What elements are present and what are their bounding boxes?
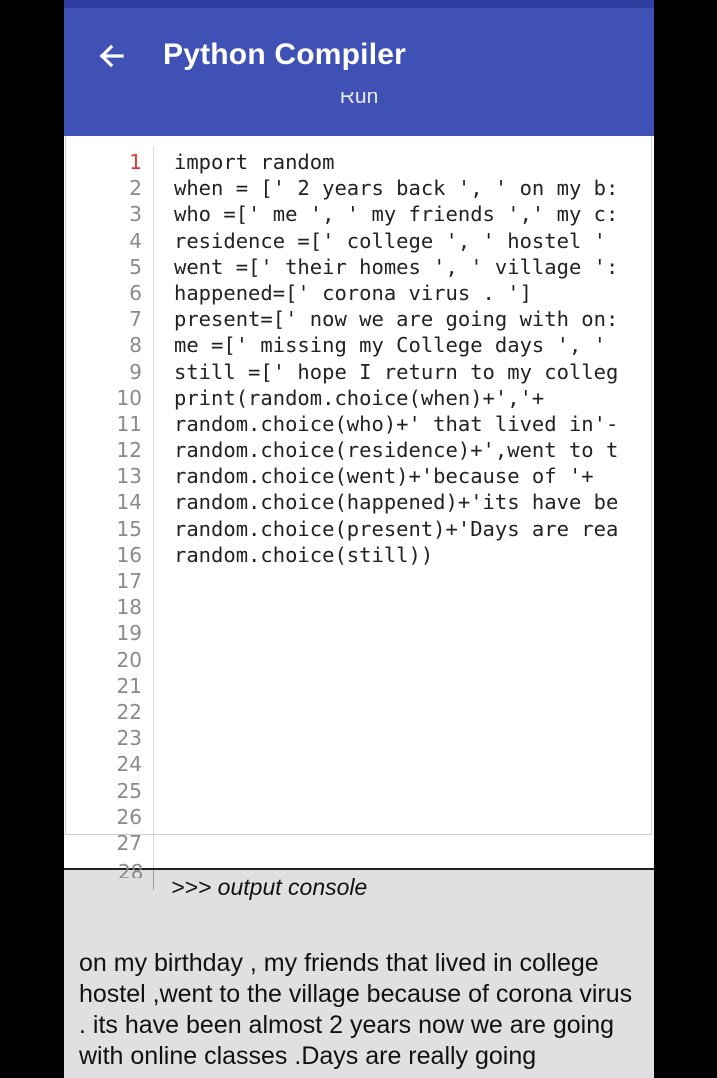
line-number: 3	[129, 202, 142, 227]
line-number: 24	[116, 752, 142, 777]
code-area[interactable]: import random when = [' 2 years back ', '…	[174, 149, 644, 568]
output-console: 28 >>> output console on my birthday , m…	[64, 860, 654, 1078]
line-number: 26	[116, 804, 142, 829]
code-line: present=[' now we are going with on:	[174, 307, 619, 332]
line-number: 7	[129, 307, 142, 332]
code-line: random.choice(went)+'because of '+	[174, 464, 594, 489]
line-number: 9	[129, 359, 142, 384]
line-number: 14	[116, 490, 142, 515]
code-line: when = [' 2 years back ', ' on my b:	[174, 176, 619, 201]
line-number: 5	[129, 254, 142, 279]
code-line: still =[' hope I return to my colleg	[174, 359, 619, 384]
line-number: 2	[129, 176, 142, 201]
code-line: happened=[' corona virus . ']	[174, 280, 532, 305]
line-number: 6	[129, 280, 142, 305]
arrow-left-icon	[99, 44, 124, 68]
console-label: >>> output console	[171, 874, 368, 900]
code-line: random.choice(who)+' that lived in'-	[174, 411, 619, 436]
page-title: Python Compiler	[163, 38, 407, 71]
console-output: on my birthday , my friends that lived i…	[79, 949, 633, 1070]
code-line: me =[' missing my College days ', '	[174, 333, 606, 358]
line-number: 27	[116, 830, 142, 855]
line-number: 8	[129, 333, 142, 358]
run-button-label: Run	[339, 92, 379, 108]
status-bar	[64, 0, 654, 8]
line-number: 11	[116, 411, 142, 436]
code-line: random.choice(present)+'Days are rea	[174, 516, 619, 541]
line-number: 12	[116, 438, 142, 463]
back-button[interactable]	[92, 36, 132, 76]
line-number: 19	[116, 621, 142, 646]
gutter-divider	[153, 146, 154, 868]
line-number-gutter: 1 2 3 4 5 6 7 8 9 10 11 12 13 14 15 16 17 18 19 20 21 22 23 24 2…	[64, 149, 142, 856]
code-line: who =[' me ', ' my friends ',' my c:	[174, 202, 619, 227]
line-number: 13	[116, 464, 142, 489]
code-line: print(random.choice(when)+','+	[174, 385, 545, 410]
line-number: 25	[116, 778, 142, 803]
line-number: 16	[116, 542, 142, 567]
line-number: 17	[116, 569, 142, 593]
line-number: 15	[116, 516, 142, 541]
line-number: 20	[116, 647, 142, 672]
code-line: random.choice(happened)+'its have be	[174, 490, 619, 515]
code-line: residence =[' college ', ' hostel '	[174, 228, 606, 253]
line-number-partial: 28	[118, 860, 144, 878]
code-editor[interactable]: 1 2 3 4 5 6 7 8 9 10 11 12 13 14 15 16 17 18 19 20 21 22 23 24 2…	[64, 136, 654, 868]
line-number: 1	[129, 150, 142, 174]
code-line: random.choice(residence)+',went to t	[174, 438, 619, 463]
run-button[interactable]: Run	[64, 92, 654, 122]
line-number: 18	[116, 595, 142, 620]
app-bar: Python Compiler Run	[64, 8, 654, 136]
line-number: 4	[129, 228, 142, 253]
code-line: import random	[174, 150, 335, 174]
line-number: 22	[116, 699, 142, 724]
line-number: 21	[116, 673, 142, 698]
console-gutter-divider	[153, 870, 154, 890]
code-line: went =[' their homes ', ' village ':	[174, 254, 619, 279]
code-line: random.choice(still))	[174, 542, 434, 567]
line-number: 10	[116, 385, 142, 410]
line-number: 23	[116, 726, 142, 751]
